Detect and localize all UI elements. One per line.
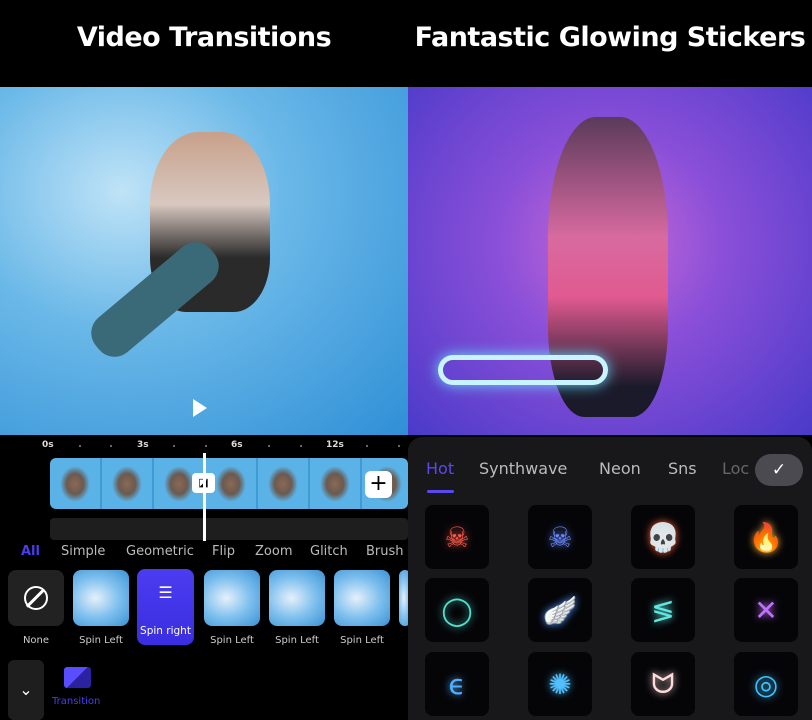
neon-swoosh-teal-icon: ≶ — [651, 593, 675, 627]
sticker-item[interactable]: ☠ — [425, 505, 489, 569]
tick-6s: 6s — [231, 440, 243, 450]
fire-skull-icon: 💀 — [645, 520, 681, 554]
confirm-button[interactable]: ✓ — [755, 454, 803, 486]
sticker-item[interactable]: 💀 — [631, 505, 695, 569]
transition-spin-left[interactable] — [204, 570, 260, 626]
sticker-tab-synthwave[interactable]: Synthwave — [479, 459, 567, 478]
transition-spin-left[interactable] — [73, 570, 129, 626]
none-icon — [24, 586, 48, 610]
sticker-item[interactable]: ☠ — [528, 505, 592, 569]
headline-video-transitions: Video Transitions — [76, 22, 332, 53]
transition-label: None — [22, 635, 50, 646]
tick-0s: 0s — [42, 440, 54, 450]
secondary-track[interactable] — [50, 518, 408, 540]
sticker-tab-sns[interactable]: Sns — [668, 459, 697, 478]
transition-editor: 0s 3s 6s 12s ◪ + All Simple Geometric Fl… — [0, 435, 411, 720]
sticker-item[interactable]: ◯ — [425, 578, 489, 642]
transition-label: Spin Left — [275, 635, 319, 646]
sticker-item[interactable]: ✕ — [734, 578, 798, 642]
neon-burst-icon: ✺ — [548, 667, 572, 701]
play-icon[interactable] — [193, 399, 207, 417]
sticker-item[interactable]: ϵ — [425, 652, 489, 716]
sticker-preview — [408, 87, 812, 435]
sticker-item[interactable]: 🔥 — [734, 505, 798, 569]
sticker-item[interactable]: ᗢ — [631, 652, 695, 716]
transition-spin-left[interactable] — [334, 570, 390, 626]
headline-glowing-stickers: Fantastic Glowing Stickers — [414, 22, 806, 53]
neon-swoosh-sticker[interactable] — [438, 355, 608, 385]
neon-cross-purple-icon: ✕ — [754, 593, 778, 627]
active-tab-indicator — [427, 490, 454, 493]
sticker-item[interactable]: ≶ — [631, 578, 695, 642]
video-clip-track[interactable] — [50, 458, 408, 509]
tab-simple[interactable]: Simple — [61, 544, 105, 559]
sticker-tab-loc[interactable]: Loc — [722, 459, 749, 478]
white-wings-icon: ᗢ — [651, 667, 675, 700]
neon-face-blue-icon: ☠ — [547, 520, 573, 554]
transition-tool-label[interactable]: Transition — [52, 696, 100, 707]
neon-ring-teal-icon: ◯ — [441, 593, 473, 627]
checkmark-icon: ✓ — [771, 460, 787, 480]
neon-spiral-blue-icon: ϵ — [448, 667, 466, 701]
sticker-item[interactable]: ◎ — [734, 652, 798, 716]
tab-brush[interactable]: Brush — [366, 544, 404, 559]
transition-spin-right-selected[interactable]: ☰ Spin right — [137, 569, 194, 645]
sticker-item[interactable]: ✺ — [528, 652, 592, 716]
collapse-button[interactable]: ⌄ — [8, 660, 44, 720]
transition-label: Spin right — [140, 625, 191, 637]
tab-glitch[interactable]: Glitch — [310, 544, 348, 559]
transition-label: Spin Left — [210, 635, 254, 646]
sticker-tab-hot[interactable]: Hot — [426, 459, 454, 478]
sticker-panel: Hot Synthwave Neon Sns Loc ✓ ☠ ☠ 💀 🔥 ◯ 🪽 ≶ ✕ ϵ ✺ ᗢ… — [408, 437, 812, 720]
transition-spin-left[interactable] — [269, 570, 325, 626]
neon-skull-red-icon: ☠ — [444, 520, 470, 554]
tab-all[interactable]: All — [21, 544, 40, 559]
video-preview[interactable] — [0, 87, 408, 435]
tab-zoom[interactable]: Zoom — [255, 544, 292, 559]
tab-geometric[interactable]: Geometric — [126, 544, 194, 559]
flame-icon: 🔥 — [748, 520, 784, 554]
add-clip-button[interactable]: + — [365, 471, 392, 498]
sticker-item[interactable]: 🪽 — [528, 578, 592, 642]
neon-circle-icon: ◎ — [753, 667, 779, 701]
sliders-icon: ☰ — [158, 583, 173, 602]
tick-3s: 3s — [137, 440, 149, 450]
tab-flip[interactable]: Flip — [212, 544, 235, 559]
tick-12s: 12s — [326, 440, 344, 450]
transition-none[interactable] — [8, 570, 64, 626]
transition-label: Spin Left — [340, 635, 384, 646]
sticker-tab-neon[interactable]: Neon — [599, 459, 641, 478]
chevron-down-icon: ⌄ — [19, 680, 33, 699]
transition-tool-icon[interactable] — [64, 667, 91, 688]
neon-wing-blue-icon: 🪽 — [542, 593, 578, 627]
playhead[interactable] — [203, 453, 206, 541]
transition-label: Spin Left — [79, 635, 123, 646]
